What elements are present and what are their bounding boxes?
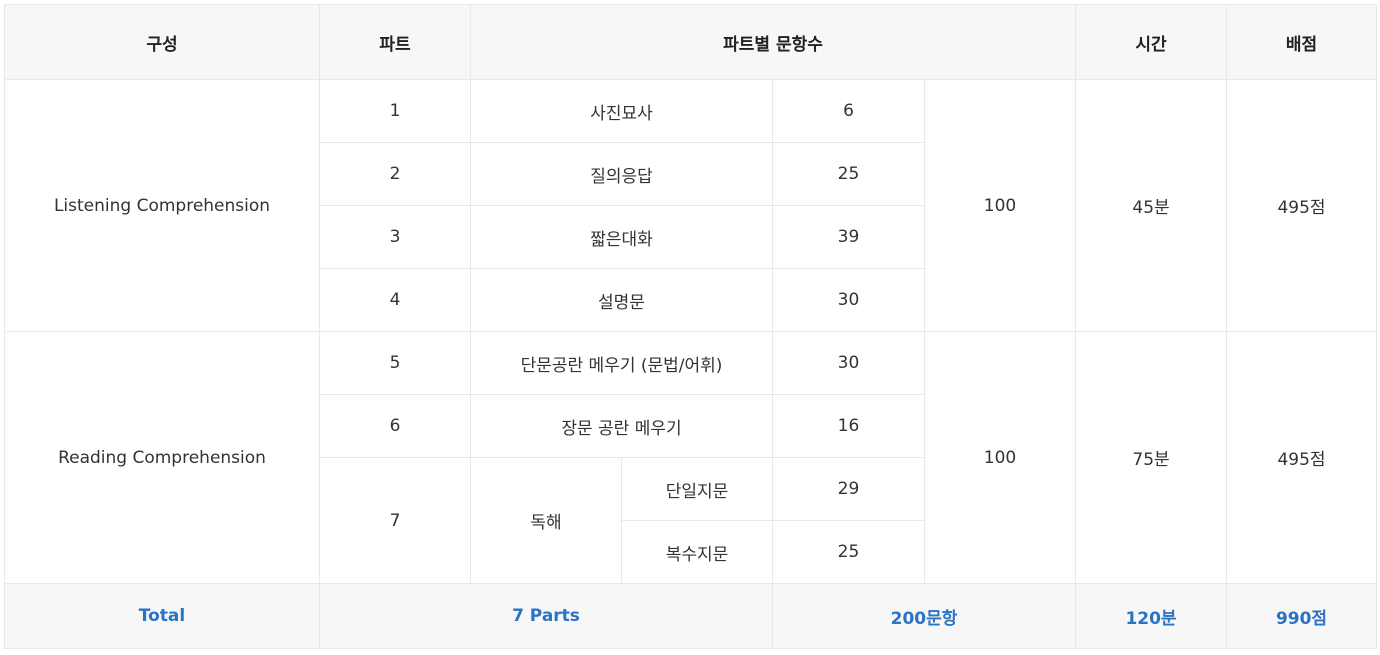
- header-questions-per-part: 파트별 문항수: [469, 4, 1077, 80]
- toeic-structure-table-wrapper: 구성 파트 파트별 문항수 시간 배점 Listening Comprehens…: [4, 4, 1378, 649]
- total-questions: 200문항: [771, 583, 1077, 649]
- header-row: 구성 파트 파트별 문항수 시간 배점: [4, 4, 1378, 80]
- toeic-structure-table: 구성 파트 파트별 문항수 시간 배점 Listening Comprehens…: [4, 4, 1378, 649]
- part-count: 25: [772, 520, 925, 584]
- part-type: 독해: [470, 457, 622, 584]
- table-row: Listening Comprehension 1 사진묘사 6 100 45분…: [4, 79, 1378, 332]
- reading-score: 495점: [1226, 331, 1378, 584]
- part-number: 5: [319, 331, 471, 395]
- part-number: 1: [319, 79, 471, 143]
- header-composition: 구성: [4, 4, 320, 80]
- total-score: 990점: [1226, 583, 1378, 649]
- part-count: 6: [772, 79, 925, 143]
- reading-time: 75분: [1075, 331, 1228, 584]
- part-number: 2: [319, 142, 471, 206]
- header-part: 파트: [319, 4, 471, 80]
- part-count: 39: [772, 205, 925, 269]
- part-count: 30: [772, 268, 925, 332]
- part-type: 짧은대화: [470, 205, 773, 269]
- part-number: 6: [319, 394, 471, 458]
- part-type: 장문 공란 메우기: [470, 394, 773, 458]
- part-type: 단문공란 메우기 (문법/어휘): [470, 331, 773, 395]
- part-number: 3: [319, 205, 471, 269]
- table-row: Reading Comprehension 5 단문공란 메우기 (문법/어휘)…: [4, 331, 1378, 584]
- section-name-reading: Reading Comprehension: [4, 331, 320, 584]
- part-type: 사진묘사: [470, 79, 773, 143]
- part-count: 16: [772, 394, 925, 458]
- total-parts: 7 Parts: [319, 583, 773, 649]
- part-type: 설명문: [470, 268, 773, 332]
- reading-total-questions: 100: [923, 331, 1077, 584]
- listening-score: 495점: [1226, 79, 1378, 332]
- header-score: 배점: [1226, 4, 1378, 80]
- part-number: 4: [319, 268, 471, 332]
- part-number: 7: [319, 457, 471, 584]
- part-subtype: 복수지문: [621, 520, 773, 584]
- part-type: 질의응답: [470, 142, 773, 206]
- total-label: Total: [4, 583, 320, 649]
- part-count: 25: [772, 142, 925, 206]
- listening-time: 45분: [1075, 79, 1228, 332]
- total-time: 120분: [1075, 583, 1228, 649]
- part-subtype: 단일지문: [621, 457, 773, 521]
- total-row: Total 7 Parts 200문항 120분 990점: [4, 583, 1378, 649]
- section-name-listening: Listening Comprehension: [4, 79, 320, 332]
- part-count: 29: [772, 457, 925, 521]
- listening-total-questions: 100: [923, 79, 1077, 332]
- header-time: 시간: [1075, 4, 1228, 80]
- part-count: 30: [772, 331, 925, 395]
